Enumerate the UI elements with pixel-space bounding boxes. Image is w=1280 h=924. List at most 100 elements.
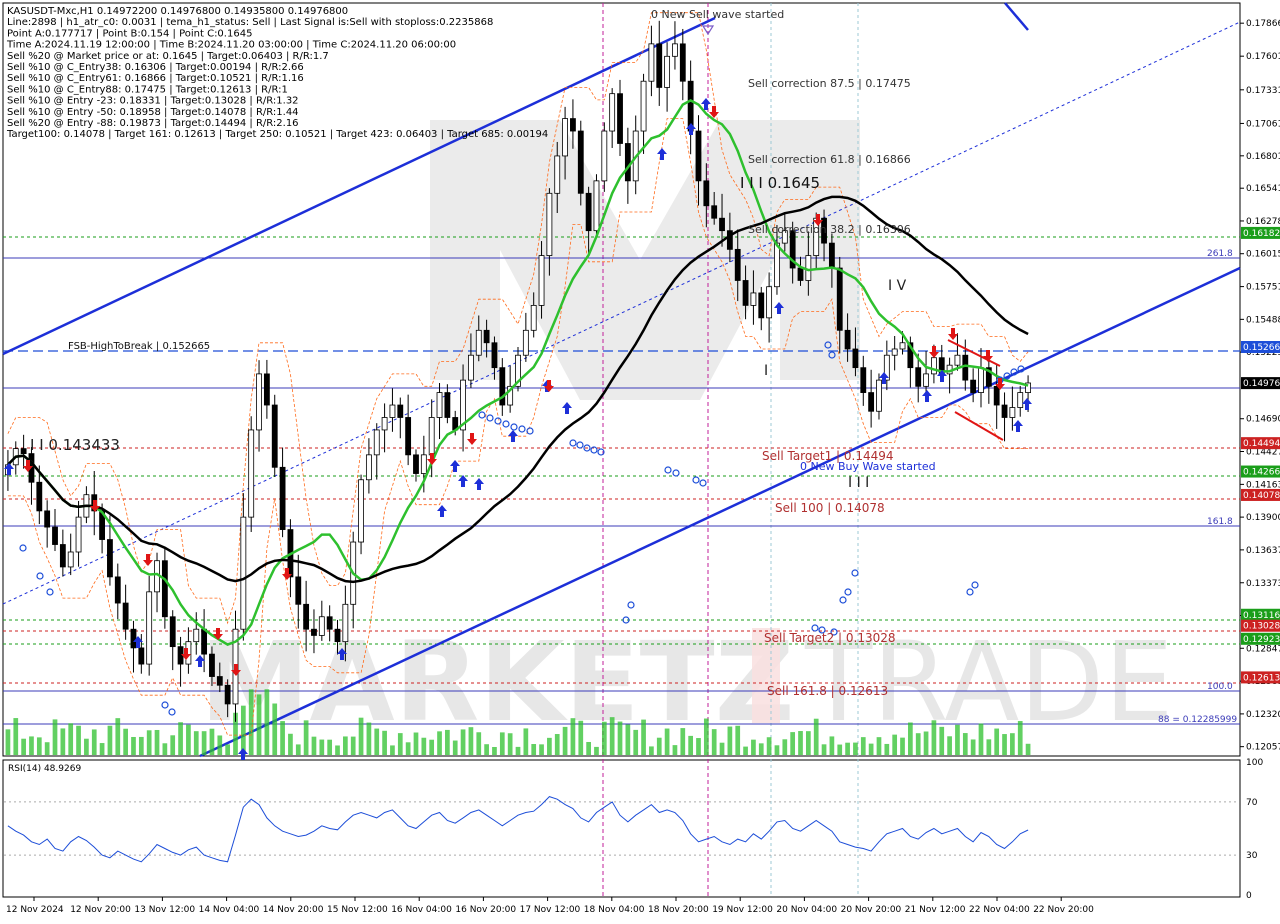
volume-bar (445, 729, 450, 755)
volume-bar (421, 737, 427, 755)
candle-body (624, 143, 631, 182)
volume-bar (680, 728, 686, 755)
volume-bar (60, 728, 66, 755)
volume-bar (374, 728, 380, 755)
volume-bar (955, 724, 960, 755)
chart-root: MARKETZ TRADE 0 New Sell wave started Se… (0, 0, 1280, 920)
volume-bar (703, 718, 709, 755)
x-tick-label: 21 Nov 12:00 (905, 905, 966, 915)
candle-body (1017, 392, 1024, 408)
candle-body (468, 354, 474, 381)
candle-body (224, 684, 231, 705)
volume-bar (358, 717, 364, 755)
y-tick-label: 0.17061 (1246, 119, 1280, 129)
candle-body (742, 280, 749, 306)
price-tag-label: 0.13028 (1243, 622, 1280, 632)
volume-bar (727, 726, 733, 755)
volume-bar (44, 742, 50, 755)
volume-bar (397, 733, 403, 755)
volume-bar (978, 723, 984, 755)
volume-bar (68, 723, 74, 755)
rsi-tick-label: 30 (1246, 851, 1258, 861)
candle-body (491, 342, 498, 369)
candle-body (546, 192, 553, 256)
candle-body (585, 192, 592, 232)
volume-bar (845, 742, 850, 755)
candle-body (562, 118, 568, 157)
candle-body (193, 628, 200, 643)
candle-body (248, 429, 255, 518)
volume-bar (1017, 721, 1023, 755)
volume-bar (547, 737, 552, 755)
volume-bar (52, 719, 58, 755)
candle-body (279, 466, 286, 530)
volume-bar (193, 731, 199, 755)
candle-body (664, 55, 671, 88)
candle-body (868, 392, 875, 412)
volume-bar (719, 742, 725, 755)
volume-bar (892, 734, 898, 755)
price-tag-label: 0.15266 (1243, 343, 1280, 353)
candle-body (444, 392, 451, 418)
candle-body (970, 379, 977, 393)
x-tick-label: 15 Nov 12:00 (327, 905, 388, 915)
x-tick-label: 14 Nov 04:00 (199, 905, 260, 915)
volume-bar (696, 738, 701, 755)
candle-body (891, 348, 898, 356)
volume-bar (146, 730, 152, 755)
candle-body (617, 93, 623, 144)
x-tick-label: 16 Nov 20:00 (455, 905, 516, 915)
volume-bar (853, 742, 858, 755)
volume-bar (335, 745, 340, 755)
rsi-panel-frame (2, 759, 1241, 898)
candle-body (240, 516, 247, 630)
fib-100-label: 100.0 (1207, 682, 1233, 692)
y-tick-label: 0.17601 (1246, 52, 1280, 62)
y-tick-label: 0.12320 (1246, 710, 1280, 720)
candle-body (758, 292, 765, 319)
volume-bar (962, 733, 968, 755)
candle-body (648, 43, 655, 82)
volume-bar (758, 743, 764, 755)
candle-body (373, 429, 380, 456)
candle-body (138, 647, 145, 665)
candle-body (601, 130, 608, 182)
volume-bar (154, 729, 160, 755)
candle-body (915, 367, 922, 387)
rsi-label: RSI(14) 48.9269 (8, 764, 81, 774)
volume-bar (413, 732, 419, 755)
candle-body (703, 180, 710, 207)
x-tick-label: 14 Nov 20:00 (263, 905, 324, 915)
candle-body (209, 653, 215, 677)
x-tick-label: 12 Nov 20:00 (70, 905, 131, 915)
candle-body (805, 255, 812, 281)
x-tick-label: 17 Nov 12:00 (520, 905, 581, 915)
candle-body (899, 342, 906, 350)
volume-bar (625, 724, 631, 755)
price-tag-label: 0.12923 (1243, 635, 1280, 645)
wave-buy-label: 0 New Buy Wave started (800, 460, 936, 473)
volume-bar (531, 744, 537, 755)
volume-bar (107, 725, 113, 755)
candle-body (271, 404, 278, 468)
wave-iv-marker: I V (888, 278, 907, 294)
volume-bar (507, 733, 513, 755)
volume-bar (225, 744, 231, 755)
price-tag-label: 0.14976 (1243, 379, 1280, 389)
candle-body (828, 242, 835, 269)
volume-bar (939, 726, 945, 755)
y-tick-label: 0.16541 (1246, 184, 1280, 194)
candle-body (475, 329, 482, 356)
volume-bar (468, 727, 474, 755)
candle-body (954, 354, 961, 366)
volume-bar (319, 739, 325, 755)
y-tick-label: 0.12057 (1246, 743, 1280, 753)
candle-body (750, 292, 757, 306)
volume-bar (672, 745, 678, 755)
x-tick-label: 16 Nov 04:00 (391, 905, 452, 915)
candle-body (44, 510, 51, 528)
candle-body (530, 304, 537, 331)
volume-bar (240, 705, 246, 755)
volume-bar (99, 743, 105, 755)
volume-bar (366, 722, 372, 755)
